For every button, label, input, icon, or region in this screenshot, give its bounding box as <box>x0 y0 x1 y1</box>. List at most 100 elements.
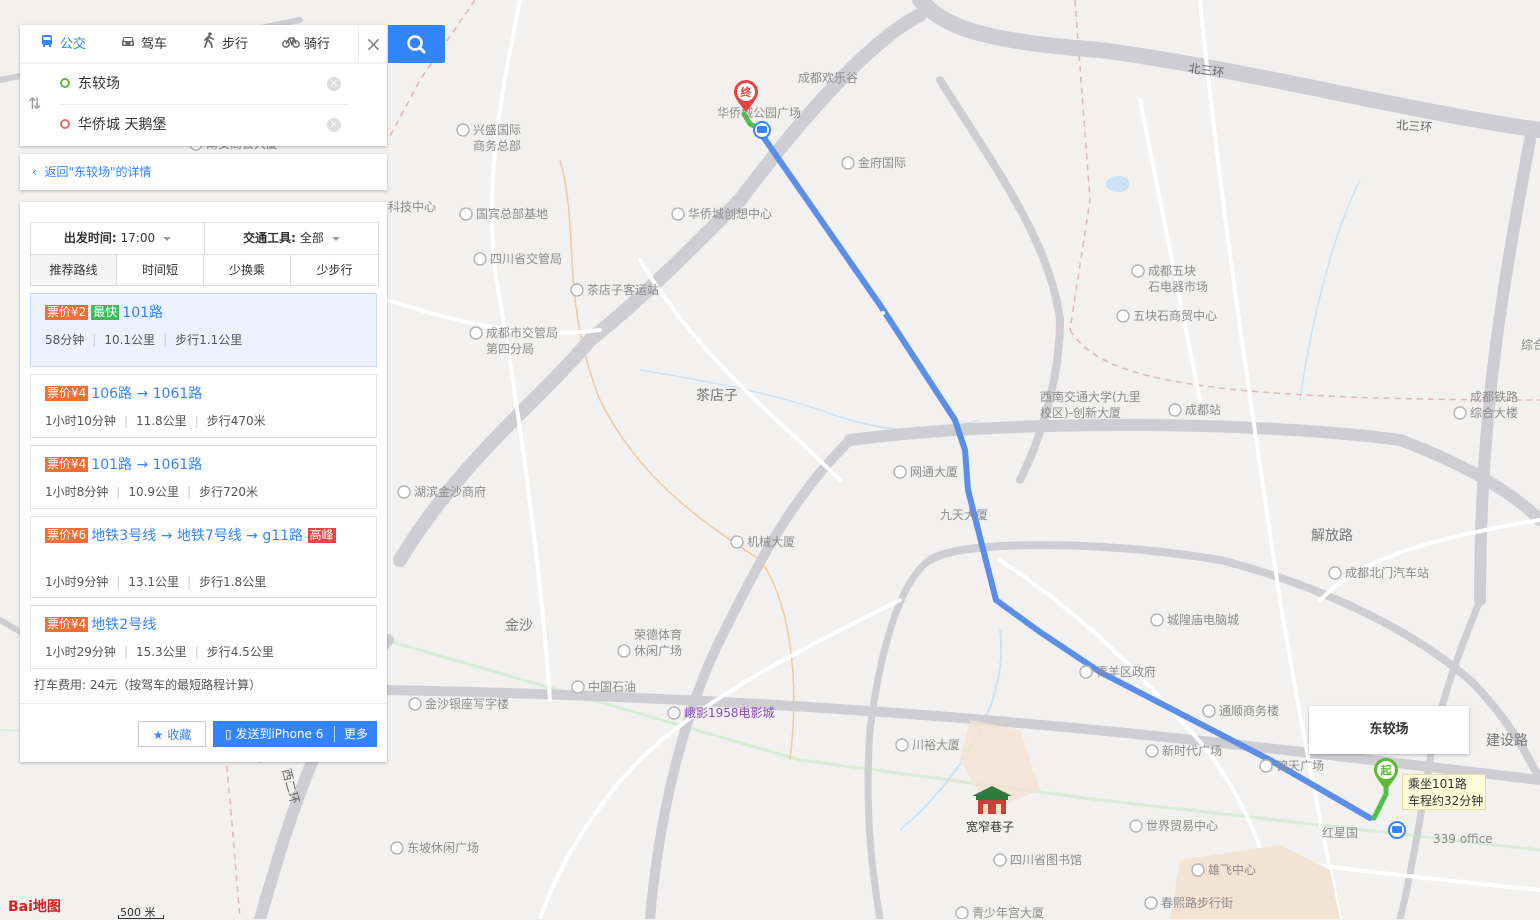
start-marker-label: 起 <box>1380 763 1393 777</box>
route-option-4[interactable]: 票价¥6 地铁3号线 → 地铁7号线 → g11路 高峰 1小时9分钟 | 13.1公… <box>30 516 377 598</box>
favorite-button[interactable]: ★ 收藏 <box>138 721 206 747</box>
vehicle-value: 全部 <box>299 231 324 245</box>
send-to-phone-button[interactable]: ▯ 发送到iPhone 6 更多 <box>213 721 377 747</box>
tab-bike[interactable]: 骑行 <box>282 25 330 63</box>
poi-item[interactable]: 锦天广场 <box>1259 759 1324 773</box>
poi-item[interactable]: 网通大厦 <box>893 465 958 479</box>
poi-item[interactable]: 峨影1958电影城 <box>667 706 775 720</box>
end-marker-label: 终 <box>741 85 753 99</box>
close-icon[interactable]: × <box>358 25 388 63</box>
poi-item[interactable]: 综合大楼 <box>1521 337 1540 352</box>
poi-label: 国宾总部基地 <box>476 206 548 221</box>
tab-fewest-transfers[interactable]: 少换乘 <box>204 254 291 285</box>
route-distance: 10.1公里 <box>104 333 156 347</box>
tab-recommended[interactable]: 推荐路线 <box>31 254 117 285</box>
route-option-5[interactable]: 票价¥4 地铁2号线 1小时29分钟 | 15.3公里 | 步行4.5公里 <box>30 605 377 669</box>
poi-item[interactable]: 校区)-创新大厦 <box>1040 405 1121 420</box>
district-label: 建设路 <box>1486 733 1528 749</box>
search-button[interactable] <box>388 25 445 63</box>
poi-label: 机械大厦 <box>747 534 795 549</box>
vehicle-dropdown[interactable]: 交通工具: 全部 <box>205 223 378 254</box>
origin-dot-icon <box>60 78 70 88</box>
poi-label: 宽窄巷子 <box>966 819 1014 834</box>
poi-label: 科技中心 <box>388 199 436 214</box>
swap-icon[interactable]: ⇅ <box>28 94 41 113</box>
route-option-1[interactable]: 票价¥2 最快 101路 58分钟 | 10.1公里 | 步行1.1公里 <box>30 293 377 367</box>
poi-label: 休闲广场 <box>634 644 682 658</box>
poi-item[interactable]: 石电器市场 <box>1148 279 1208 294</box>
ride-tip-line: 乘坐101路 <box>1408 777 1467 791</box>
poi-label: 339 office <box>1433 832 1493 846</box>
poi-label: 华侨城创想中心 <box>688 206 772 221</box>
route-distance: 11.8公里 <box>135 414 187 428</box>
tab-walk[interactable]: 步行 <box>200 25 248 63</box>
poi-item[interactable]: 西南交通大学(九里 <box>1040 389 1141 404</box>
tab-bus[interactable]: 公交 <box>38 25 86 63</box>
route-duration: 58分钟 <box>45 333 85 347</box>
poi-label: 成都五块 <box>1148 264 1196 278</box>
poi-item[interactable]: 科技中心 <box>388 199 436 214</box>
poi-label: 湖滨金沙商府 <box>414 484 486 499</box>
poi-icon <box>1328 566 1342 580</box>
tab-car[interactable]: 驾车 <box>119 25 167 63</box>
clear-destination-icon[interactable]: × <box>327 118 341 132</box>
route-option-2[interactable]: 票价¥4 106路 → 1061路 1小时10分钟 | 11.8公里 | 步行470米 <box>30 374 377 438</box>
destination-field[interactable]: 华侨城 天鹅堡 <box>60 105 348 145</box>
route-walk: 步行720米 <box>199 485 259 499</box>
poi-item[interactable]: 成都站 <box>1168 403 1221 417</box>
back-link[interactable]: ‹ 返回"东较场"的详情 <box>32 165 152 179</box>
tab-label: 公交 <box>60 37 87 52</box>
origin-info-popup[interactable]: 东较场 <box>1309 706 1469 754</box>
poi-item[interactable]: 成都五块 <box>1131 264 1196 278</box>
route-input-box: ⇅ 东较场 × 华侨城 天鹅堡 × <box>20 63 387 146</box>
poi-item[interactable]: 成都铁路 <box>1470 389 1518 404</box>
poi-item[interactable]: 红星国 <box>1322 825 1358 840</box>
poi-label: 石电器市场 <box>1148 279 1208 294</box>
poi-item[interactable]: 成都欢乐谷 <box>798 70 858 85</box>
poi-label: 综合大楼 <box>1470 405 1518 420</box>
back-link-text: 返回"东较场"的详情 <box>44 165 152 179</box>
poi-label: 城隍庙电脑城 <box>1167 613 1239 627</box>
route-filter-box: 出发时间: 17:00 交通工具: 全部 推荐路线 时间短 少换乘 少步行 <box>30 222 379 286</box>
route-lines: 地铁2号线 <box>91 617 157 633</box>
poi-item[interactable]: 休闲广场 <box>617 644 682 658</box>
poi-label: 成都欢乐谷 <box>798 70 858 85</box>
destination-text: 华侨城 天鹅堡 <box>78 117 167 133</box>
taxi-fare-note: 打车费用: 24元（按驾车的最短路程计算） <box>34 678 262 692</box>
poi-item[interactable]: 第四分局 <box>486 342 534 356</box>
poi-item[interactable]: 339 office <box>1433 832 1493 846</box>
poi-label: 春熙路步行街 <box>1161 895 1233 910</box>
origin-field[interactable]: 东较场 <box>60 64 348 105</box>
poi-label: 川裕大厦 <box>912 737 960 752</box>
route-distance: 10.9公里 <box>128 485 180 499</box>
clear-origin-icon[interactable]: × <box>327 77 341 91</box>
poi-icon <box>1145 744 1159 758</box>
depart-time-dropdown[interactable]: 出发时间: 17:00 <box>31 223 205 254</box>
more-button[interactable]: 更多 <box>344 721 368 747</box>
poi-item[interactable]: 九天大厦 <box>940 508 988 522</box>
poi-label: 西南交通大学(九里 <box>1040 389 1141 404</box>
poi-item[interactable]: 商务总部 <box>473 138 521 153</box>
route-distance: 13.1公里 <box>128 575 180 589</box>
tab-shortest-time[interactable]: 时间短 <box>117 254 204 285</box>
poi-icon <box>390 841 404 855</box>
poi-label: 九天大厦 <box>940 508 988 522</box>
poi-label: 网通大厦 <box>910 465 958 479</box>
poi-label: 商务总部 <box>473 138 521 153</box>
poi-icon <box>570 283 584 297</box>
baidu-map-logo: Bai地图 <box>8 896 61 916</box>
route-distance: 15.3公里 <box>135 645 187 659</box>
bus-stop-icon[interactable] <box>1388 821 1406 839</box>
poi-item[interactable]: 荣德体育 <box>634 627 682 642</box>
poi-icon <box>1202 704 1216 718</box>
poi-item[interactable]: 华侨城公园广场 <box>717 106 801 120</box>
bus-stop-icon[interactable] <box>753 121 771 139</box>
poi-item[interactable]: 宽窄巷子 <box>966 819 1014 834</box>
poi-label: 青少年宫大厦 <box>972 905 1044 919</box>
brand-text: Bai地图 <box>8 899 61 915</box>
route-results-panel: 出发时间: 17:00 交通工具: 全部 推荐路线 时间短 少换乘 少步行 票价… <box>20 202 387 762</box>
route-lines: 地铁3号线 → 地铁7号线 → g11路 <box>91 528 304 544</box>
route-option-3[interactable]: 票价¥4 101路 → 1061路 1小时8分钟 | 10.9公里 | 步行720米 <box>30 445 377 509</box>
tab-least-walking[interactable]: 少步行 <box>291 254 378 285</box>
car-icon <box>119 25 137 63</box>
